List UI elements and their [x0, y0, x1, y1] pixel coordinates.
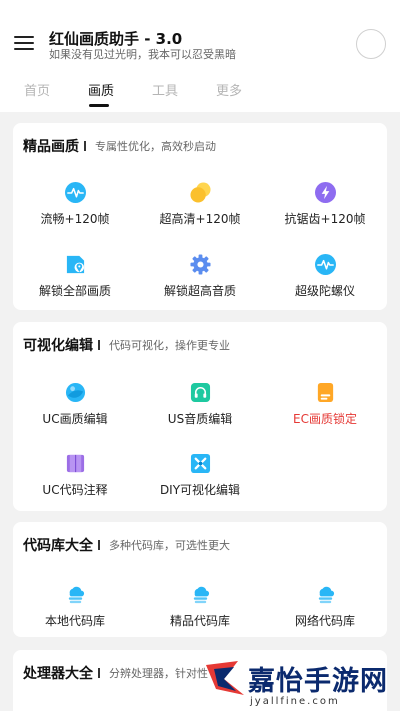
avatar[interactable]	[356, 29, 386, 59]
cloud-stack-icon	[318, 586, 335, 604]
item-label: 流畅+120帧	[40, 212, 110, 226]
section-description: 专属性优化，高效秒启动	[95, 140, 216, 153]
sphere-icon	[65, 382, 86, 403]
section-title: 可视化编辑	[23, 338, 93, 354]
tab-tools[interactable]: 工具	[152, 80, 178, 99]
pulse-icon	[65, 182, 86, 203]
lightning-icon	[315, 182, 336, 203]
item-network-code-library[interactable]: 网络代码库	[263, 584, 387, 634]
card-code-libraries: 代码库大全 多种代码库，可选性更大 本地代码库 精品代码库 网络代码库	[13, 522, 387, 637]
title-separator	[98, 340, 100, 350]
cloud-stack-icon	[68, 586, 85, 604]
item-smooth-120fps[interactable]: 流畅+120帧	[13, 182, 137, 232]
item-ec-quality-lock[interactable]: EC画质锁定	[263, 382, 387, 432]
card-premium-quality: 精品画质 专属性优化，高效秒启动 流畅+120帧 超高清+120帧 抗锯齿+12…	[13, 123, 387, 310]
section-title: 精品画质	[23, 139, 79, 155]
card-visual-editing: 可视化编辑 代码可视化，操作更专业 UC画质编辑 US音质编辑 EC画质锁定 U…	[13, 322, 387, 511]
gear-icon	[190, 254, 211, 275]
item-label: EC画质锁定	[293, 412, 357, 426]
item-label: 超级陀螺仪	[294, 284, 355, 298]
book-icon	[66, 454, 85, 473]
section-title: 代码库大全	[23, 538, 93, 554]
item-unlock-all-quality[interactable]: 解锁全部画质	[13, 254, 137, 304]
item-us-audio-edit[interactable]: US音质编辑	[138, 382, 262, 432]
title-separator	[84, 141, 86, 151]
title-separator	[98, 540, 100, 550]
item-diy-visual-edit[interactable]: DIY可视化编辑	[138, 453, 262, 503]
item-super-gyroscope[interactable]: 超级陀螺仪	[263, 254, 387, 304]
section-description: 多种代码库，可选性更大	[109, 539, 230, 552]
item-label: 精品代码库	[169, 614, 230, 628]
section-description: 代码可视化，操作更专业	[109, 339, 230, 352]
item-uc-code-comment[interactable]: UC代码注释	[13, 453, 137, 503]
document-icon	[317, 382, 334, 403]
item-unlock-hifi-audio[interactable]: 解锁超高音质	[138, 254, 262, 304]
item-premium-code-library[interactable]: 精品代码库	[138, 584, 262, 634]
watermark-title: 嘉怡手游网	[248, 666, 388, 697]
cross-icon	[190, 453, 211, 474]
item-label: 解锁全部画质	[38, 284, 111, 298]
item-label: 本地代码库	[44, 614, 105, 628]
item-local-code-library[interactable]: 本地代码库	[13, 584, 137, 634]
watermark-logo-icon	[206, 661, 244, 695]
item-label: US音质编辑	[167, 412, 233, 426]
tab-bar: 首页 画质 工具 更多	[0, 76, 400, 110]
item-label: 超高清+120帧	[159, 212, 241, 226]
tab-home[interactable]: 首页	[24, 80, 50, 99]
pulse-icon	[315, 254, 336, 275]
item-antialias-120fps[interactable]: 抗锯齿+120帧	[263, 182, 387, 232]
item-ultra-hd-120fps[interactable]: 超高清+120帧	[138, 182, 262, 232]
item-label: UC代码注释	[42, 483, 108, 497]
app-subtitle: 如果没有见过光明，我本可以忍受黑暗	[49, 48, 236, 61]
file-location-icon	[66, 255, 85, 274]
menu-icon[interactable]	[14, 34, 34, 52]
title-separator	[98, 668, 100, 678]
tab-quality[interactable]: 画质	[88, 80, 114, 99]
section-description: 分辨处理器，针对性	[109, 667, 208, 680]
cloud-stack-icon	[193, 586, 210, 604]
app-header: 红仙画质助手 - 3.0 如果没有见过光明，我本可以忍受黑暗 首页 画质 工具 …	[0, 0, 400, 112]
circles-icon	[190, 182, 211, 203]
watermark-url: jyallfine.com	[250, 696, 340, 707]
item-uc-quality-edit[interactable]: UC画质编辑	[13, 382, 137, 432]
section-title: 处理器大全	[23, 666, 93, 682]
item-label: 解锁超高音质	[163, 284, 236, 298]
item-label: 抗锯齿+120帧	[284, 212, 366, 226]
headset-icon	[190, 382, 211, 403]
item-label: UC画质编辑	[42, 412, 108, 426]
item-label: DIY可视化编辑	[159, 483, 241, 497]
item-label: 网络代码库	[294, 614, 355, 628]
watermark: 嘉怡手游网 jyallfine.com	[200, 655, 400, 711]
tab-active-indicator	[89, 104, 109, 107]
tab-more[interactable]: 更多	[216, 80, 242, 99]
